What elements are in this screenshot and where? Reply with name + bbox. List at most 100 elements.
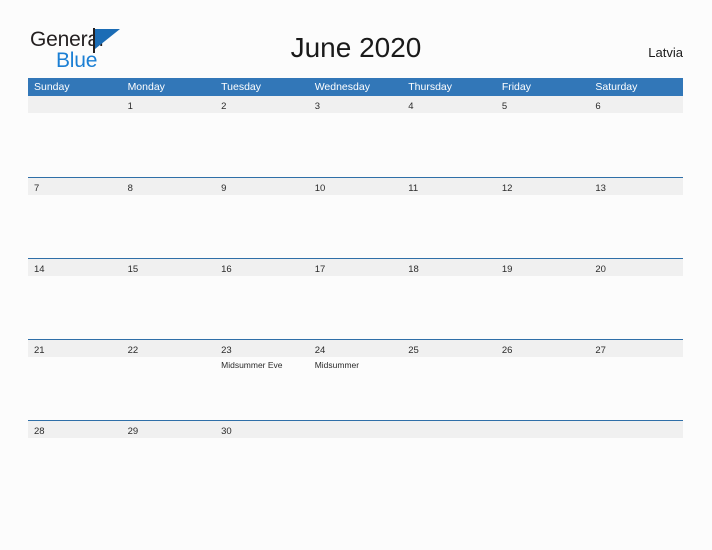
event-cell[interactable] bbox=[28, 438, 122, 501]
event-cell[interactable] bbox=[402, 276, 496, 339]
event-cell[interactable] bbox=[122, 438, 216, 501]
day-cell[interactable]: 10 bbox=[309, 178, 403, 195]
day-number: 21 bbox=[34, 345, 45, 356]
day-cell[interactable] bbox=[402, 421, 496, 438]
day-number: 4 bbox=[408, 101, 414, 112]
day-number: 27 bbox=[595, 345, 606, 356]
event-cell[interactable] bbox=[215, 276, 309, 339]
event-label: Midsummer bbox=[314, 360, 360, 370]
day-cell[interactable]: 1 bbox=[122, 96, 216, 113]
event-cell[interactable] bbox=[309, 195, 403, 258]
day-cell[interactable]: 5 bbox=[496, 96, 590, 113]
event-cell[interactable] bbox=[122, 276, 216, 339]
event-cell[interactable] bbox=[589, 438, 683, 501]
day-cell[interactable]: 22 bbox=[122, 340, 216, 357]
event-cell[interactable] bbox=[402, 195, 496, 258]
weekday-header-saturday: Saturday bbox=[595, 81, 638, 93]
day-cell[interactable]: 24 bbox=[309, 340, 403, 357]
day-number: 7 bbox=[34, 183, 40, 194]
day-cell[interactable]: 20 bbox=[589, 259, 683, 276]
day-cell[interactable]: 13 bbox=[589, 178, 683, 195]
day-cell[interactable]: 25 bbox=[402, 340, 496, 357]
day-number: 29 bbox=[127, 426, 139, 437]
day-cell[interactable] bbox=[496, 421, 590, 438]
day-number: 20 bbox=[595, 264, 606, 275]
day-cell[interactable]: 9 bbox=[215, 178, 309, 195]
day-cell[interactable]: 29 bbox=[122, 421, 216, 438]
weekday-header-row: Sunday Monday Tuesday Wednesday Thursday… bbox=[28, 78, 683, 96]
day-number: 26 bbox=[501, 345, 513, 356]
event-cell[interactable] bbox=[589, 276, 683, 339]
event-cell[interactable] bbox=[496, 113, 590, 176]
event-cell[interactable] bbox=[402, 438, 496, 501]
day-cell[interactable]: 2 bbox=[215, 96, 309, 113]
event-cell[interactable] bbox=[28, 357, 122, 420]
day-cell[interactable]: 16 bbox=[215, 259, 309, 276]
event-cell[interactable] bbox=[589, 113, 683, 176]
event-cell[interactable] bbox=[28, 195, 122, 258]
day-cell[interactable]: 6 bbox=[589, 96, 683, 113]
day-cell[interactable] bbox=[589, 421, 683, 438]
event-cell[interactable] bbox=[589, 357, 683, 420]
week-events-band bbox=[28, 113, 683, 176]
weekday-header-wednesday: Wednesday bbox=[314, 81, 370, 93]
day-number: 9 bbox=[221, 183, 227, 194]
week-events-band: Midsummer Eve Midsummer bbox=[28, 357, 683, 420]
day-cell[interactable]: 12 bbox=[496, 178, 590, 195]
day-cell[interactable]: 28 bbox=[28, 421, 122, 438]
event-cell[interactable] bbox=[215, 113, 309, 176]
event-cell[interactable] bbox=[402, 113, 496, 176]
day-cell[interactable]: 30 bbox=[215, 421, 309, 438]
event-cell[interactable] bbox=[28, 276, 122, 339]
event-cell[interactable] bbox=[496, 438, 590, 501]
event-cell[interactable] bbox=[28, 113, 122, 176]
day-cell[interactable]: 19 bbox=[496, 259, 590, 276]
day-number: 11 bbox=[408, 183, 419, 194]
day-cell[interactable]: 8 bbox=[122, 178, 216, 195]
day-number: 22 bbox=[127, 345, 139, 356]
event-cell[interactable] bbox=[496, 195, 590, 258]
event-cell[interactable] bbox=[122, 357, 216, 420]
day-number: 15 bbox=[127, 264, 139, 275]
week-events-band bbox=[28, 438, 683, 501]
event-cell[interactable] bbox=[309, 276, 403, 339]
event-cell[interactable] bbox=[309, 438, 403, 501]
weekday-header-monday: Monday bbox=[127, 81, 165, 93]
event-cell[interactable] bbox=[122, 195, 216, 258]
event-cell[interactable] bbox=[122, 113, 216, 176]
day-cell[interactable]: 26 bbox=[496, 340, 590, 357]
day-number: 19 bbox=[501, 264, 513, 275]
day-cell[interactable]: 3 bbox=[309, 96, 403, 113]
event-cell[interactable] bbox=[589, 195, 683, 258]
day-cell[interactable]: 17 bbox=[309, 259, 403, 276]
week-day-number-band: 21 22 23 24 25 26 27 bbox=[28, 340, 683, 357]
day-cell[interactable]: 15 bbox=[122, 259, 216, 276]
day-number: 3 bbox=[314, 101, 320, 112]
day-cell[interactable]: 14 bbox=[28, 259, 122, 276]
event-cell[interactable] bbox=[215, 438, 309, 501]
day-cell[interactable]: 7 bbox=[28, 178, 122, 195]
event-cell[interactable]: Midsummer bbox=[309, 357, 403, 420]
event-cell[interactable]: Midsummer Eve bbox=[215, 357, 309, 420]
day-number: 6 bbox=[595, 101, 601, 112]
day-cell[interactable]: 27 bbox=[589, 340, 683, 357]
day-cell[interactable] bbox=[309, 421, 403, 438]
day-cell[interactable] bbox=[28, 96, 122, 113]
day-cell[interactable]: 18 bbox=[402, 259, 496, 276]
event-cell[interactable] bbox=[496, 276, 590, 339]
week-events-band bbox=[28, 276, 683, 339]
day-number: 24 bbox=[314, 345, 326, 356]
event-cell[interactable] bbox=[215, 195, 309, 258]
event-cell[interactable] bbox=[402, 357, 496, 420]
week-events-band bbox=[28, 195, 683, 258]
week-day-number-band: 7 8 9 10 11 12 13 bbox=[28, 178, 683, 195]
calendar-week-row: 28 29 30 bbox=[28, 420, 683, 501]
day-cell[interactable]: 21 bbox=[28, 340, 122, 357]
day-cell[interactable]: 4 bbox=[402, 96, 496, 113]
event-cell[interactable] bbox=[496, 357, 590, 420]
day-cell[interactable]: 11 bbox=[402, 178, 496, 195]
event-cell[interactable] bbox=[309, 113, 403, 176]
day-cell[interactable]: 23 bbox=[215, 340, 309, 357]
day-number: 1 bbox=[127, 101, 133, 112]
week-day-number-band: 1 2 3 4 5 6 bbox=[28, 96, 683, 113]
